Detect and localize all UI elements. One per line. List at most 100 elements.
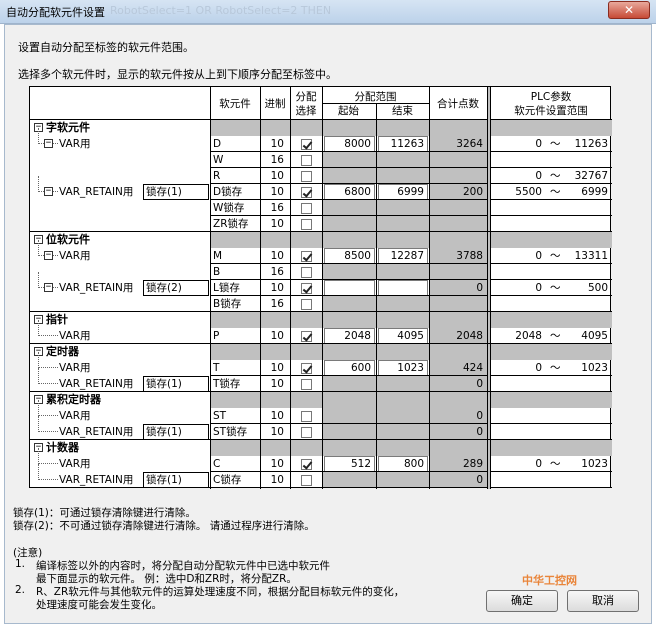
cancel-button[interactable]: 取消 [567,590,639,612]
assign-checkbox[interactable] [301,155,312,166]
assign-checkbox[interactable] [301,219,312,230]
header-assign-2: 选择 [295,105,317,117]
latch-1-button[interactable]: 锁存(1) [143,376,209,392]
assign-checkbox[interactable] [301,379,312,390]
device-name: T [213,362,220,374]
group-collapse-icon[interactable]: − [44,251,53,260]
device-name: M [213,250,223,262]
tree-label-var-retain: VAR_RETAIN用 [59,282,134,294]
plc-range-min: 0 [535,138,542,150]
grid-line [490,487,612,488]
tree-label-var-retain: VAR_RETAIN用 [59,474,134,486]
tree-connector [38,415,58,416]
window-title: 自动分配软元件设置 [6,6,105,19]
assign-checkbox[interactable] [301,331,312,342]
total-points: 2048 [456,330,483,342]
header-assign-1: 分配 [295,91,317,103]
gray-cell [211,312,487,328]
assign-checkbox[interactable] [301,267,312,278]
tree-label-var-retain: VAR_RETAIN用 [59,186,134,198]
assign-checkbox[interactable] [301,427,312,438]
grid-line [490,471,612,472]
latch-1-button[interactable]: 锁存(1) [143,472,209,488]
assign-checkbox[interactable] [301,363,312,374]
assign-checkbox[interactable] [301,283,312,294]
section-label: 字软元件 [46,121,90,134]
range-start-input[interactable]: 8000 [324,136,375,152]
range-start-input[interactable]: 6800 [324,184,375,200]
plc-range-tilde: ～ [550,362,561,374]
plc-range-tilde: ～ [550,282,561,294]
grid-line [490,183,612,184]
plc-range-max: 1023 [581,362,608,374]
plc-range-max: 500 [587,282,608,294]
plc-range-tilde: ～ [550,170,561,182]
grid-line [210,151,487,152]
total-points: 0 [476,410,483,422]
group-collapse-icon[interactable]: − [44,187,53,196]
device-range-table: 软元件 进制 分配 选择 分配范围 起始 结束 合计点数 PLC参数 软元件设置… [29,86,612,489]
range-end-input[interactable]: 4095 [378,328,428,344]
tree-connector [53,191,58,192]
tree-label-var: VAR用 [59,330,91,342]
range-start-input[interactable]: 600 [324,360,375,376]
assign-checkbox[interactable] [301,475,312,486]
gray-cell [211,392,487,408]
total-points: 200 [462,186,483,198]
gray-cell [491,392,612,408]
range-end-input[interactable] [378,280,428,296]
latch-1-button[interactable]: 锁存(1) [143,184,209,200]
plc-range-min: 0 [535,362,542,374]
range-end-input[interactable]: 12287 [378,248,428,264]
assign-checkbox[interactable] [301,251,312,262]
range-end-input[interactable]: 11263 [378,136,428,152]
header-range: 分配范围 [354,91,397,103]
group-collapse-icon[interactable]: − [44,283,53,292]
range-start-input[interactable] [324,280,375,296]
header-plc-2: 软元件设置范围 [514,105,588,117]
assign-checkbox[interactable] [301,299,312,310]
assign-checkbox[interactable] [301,171,312,182]
tree-connector [38,352,39,368]
close-button[interactable]: ✕ [608,1,650,19]
device-radix: 10 [270,282,284,294]
grid-line [429,87,430,489]
plc-range-max: 11263 [574,138,608,150]
grid-line [490,295,612,296]
latch-1-button[interactable]: 锁存(1) [143,424,209,440]
device-name: ST [213,410,227,422]
gray-cell [430,168,487,184]
tree-connector [38,320,39,336]
title-bar: 自动分配软元件设置 RobotSelect=1 OR RobotSelect=2… [0,0,656,24]
assign-checkbox[interactable] [301,459,312,470]
range-start-input[interactable]: 2048 [324,328,375,344]
latch-2-button[interactable]: 锁存(2) [143,280,209,296]
gray-cell [211,440,487,456]
grid-line [30,311,612,312]
grid-line [210,279,487,280]
plc-range-tilde: ～ [550,138,561,150]
range-end-input[interactable]: 800 [378,456,428,472]
device-radix: 10 [270,186,284,198]
device-name: R [213,170,221,182]
range-start-input[interactable]: 8500 [324,248,375,264]
plc-range-min: 2048 [515,330,542,342]
device-name: C锁存 [213,474,242,486]
total-points: 0 [476,282,483,294]
assign-checkbox[interactable] [301,187,312,198]
section-label: 计数器 [46,441,79,454]
range-end-input[interactable]: 6999 [378,184,428,200]
plc-range-max: 32767 [574,170,608,182]
grid-line [30,391,612,392]
device-radix: 10 [270,410,284,422]
assign-checkbox[interactable] [301,139,312,150]
range-start-input[interactable]: 512 [324,456,375,472]
assign-checkbox[interactable] [301,411,312,422]
assign-checkbox[interactable] [301,203,312,214]
range-end-input[interactable]: 1023 [378,360,428,376]
plc-range-min: 0 [535,170,542,182]
group-collapse-icon[interactable]: − [44,139,53,148]
device-radix: 10 [270,250,284,262]
grid-line [30,119,487,120]
ok-button[interactable]: 确定 [486,590,558,612]
